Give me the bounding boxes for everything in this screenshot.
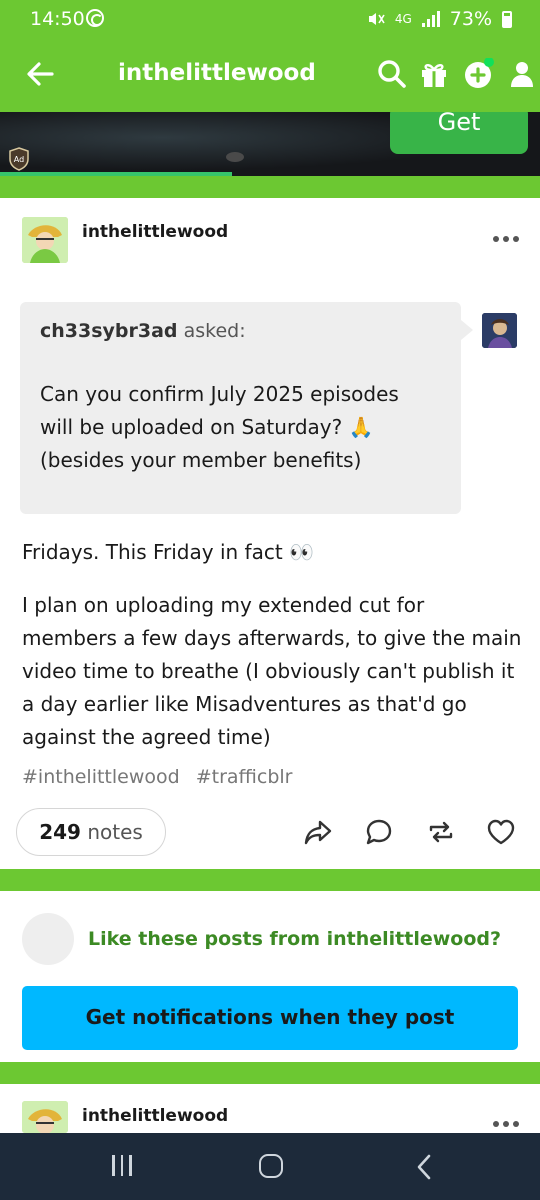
reblog-icon[interactable] (426, 817, 456, 847)
reply-icon[interactable] (364, 817, 394, 847)
page-title[interactable]: inthelittlewood (118, 60, 316, 86)
network-type: 4G (394, 12, 412, 26)
ad-badge-label: Ad (14, 155, 24, 164)
asked-label: asked: (183, 320, 246, 342)
recent-apps-icon[interactable] (112, 1155, 134, 1177)
ask-header: ch33sybr3ad asked: (40, 320, 246, 342)
search-icon[interactable] (376, 58, 408, 90)
question-line: (besides your member benefits) (40, 448, 362, 472)
section-divider (0, 1062, 540, 1084)
asker-avatar[interactable] (482, 313, 517, 348)
tag-link[interactable]: #inthelittlewood (22, 766, 180, 788)
battery-percent: 73% (449, 8, 492, 30)
post-more-icon[interactable] (493, 1121, 519, 1129)
whatsapp-notification-icon (86, 9, 104, 27)
avatar-image (22, 1101, 68, 1133)
ad-badge-icon: Ad (9, 147, 29, 171)
section-divider (0, 176, 540, 198)
avatar-image (22, 217, 68, 263)
signal-icon (421, 11, 440, 27)
compose-icon[interactable] (462, 58, 494, 90)
like-icon[interactable] (486, 817, 516, 847)
follow-prompt[interactable]: Like these posts from inthelittlewood? (88, 928, 501, 950)
notes-count: 249 (39, 820, 81, 844)
share-icon[interactable] (303, 817, 333, 847)
blog-name[interactable]: inthelittlewood (82, 1106, 228, 1126)
ask-question: Can you confirm July 2025 episodes will … (40, 378, 450, 477)
answer-paragraph: I plan on uploading my extended cut for … (22, 593, 522, 749)
gift-icon[interactable] (418, 58, 450, 90)
nav-back-icon[interactable] (414, 1153, 434, 1181)
app-header: inthelittlewood (0, 36, 540, 112)
asker-avatar-image (482, 313, 517, 348)
asker-name[interactable]: ch33sybr3ad (40, 320, 178, 342)
notes-button[interactable]: 249 notes (16, 808, 166, 856)
blog-avatar[interactable] (22, 217, 68, 263)
tag-link[interactable]: #trafficblr (196, 766, 293, 788)
back-arrow-icon[interactable] (26, 60, 54, 88)
blog-name[interactable]: inthelittlewood (82, 222, 228, 242)
status-bar: 14:50 4G 73% (0, 0, 540, 36)
post-more-icon[interactable] (493, 236, 519, 244)
account-icon[interactable] (506, 58, 538, 90)
ad-banner[interactable]: Get Ad (0, 112, 540, 176)
answer-paragraph: Fridays. This Friday in fact 👀 (22, 540, 314, 564)
ad-image-detail (226, 152, 244, 162)
suggest-avatar (22, 913, 74, 965)
get-notifications-button[interactable]: Get notifications when they post (22, 986, 518, 1050)
notes-label: notes (87, 820, 143, 844)
system-nav-bar (0, 1133, 540, 1200)
question-line: Can you confirm July 2025 episodes (40, 382, 399, 406)
post-tags: #inthelittlewood #trafficblr (22, 766, 293, 788)
ask-bubble: ch33sybr3ad asked: Can you confirm July … (20, 302, 473, 514)
home-icon[interactable] (259, 1154, 283, 1178)
question-line: will be uploaded on Saturday? 🙏 (40, 415, 374, 439)
mute-icon (368, 13, 385, 25)
section-divider (0, 869, 540, 891)
battery-icon (502, 10, 512, 28)
status-time: 14:50 (30, 8, 85, 30)
blog-avatar[interactable] (22, 1101, 68, 1133)
ad-cta-button[interactable]: Get (390, 112, 528, 154)
